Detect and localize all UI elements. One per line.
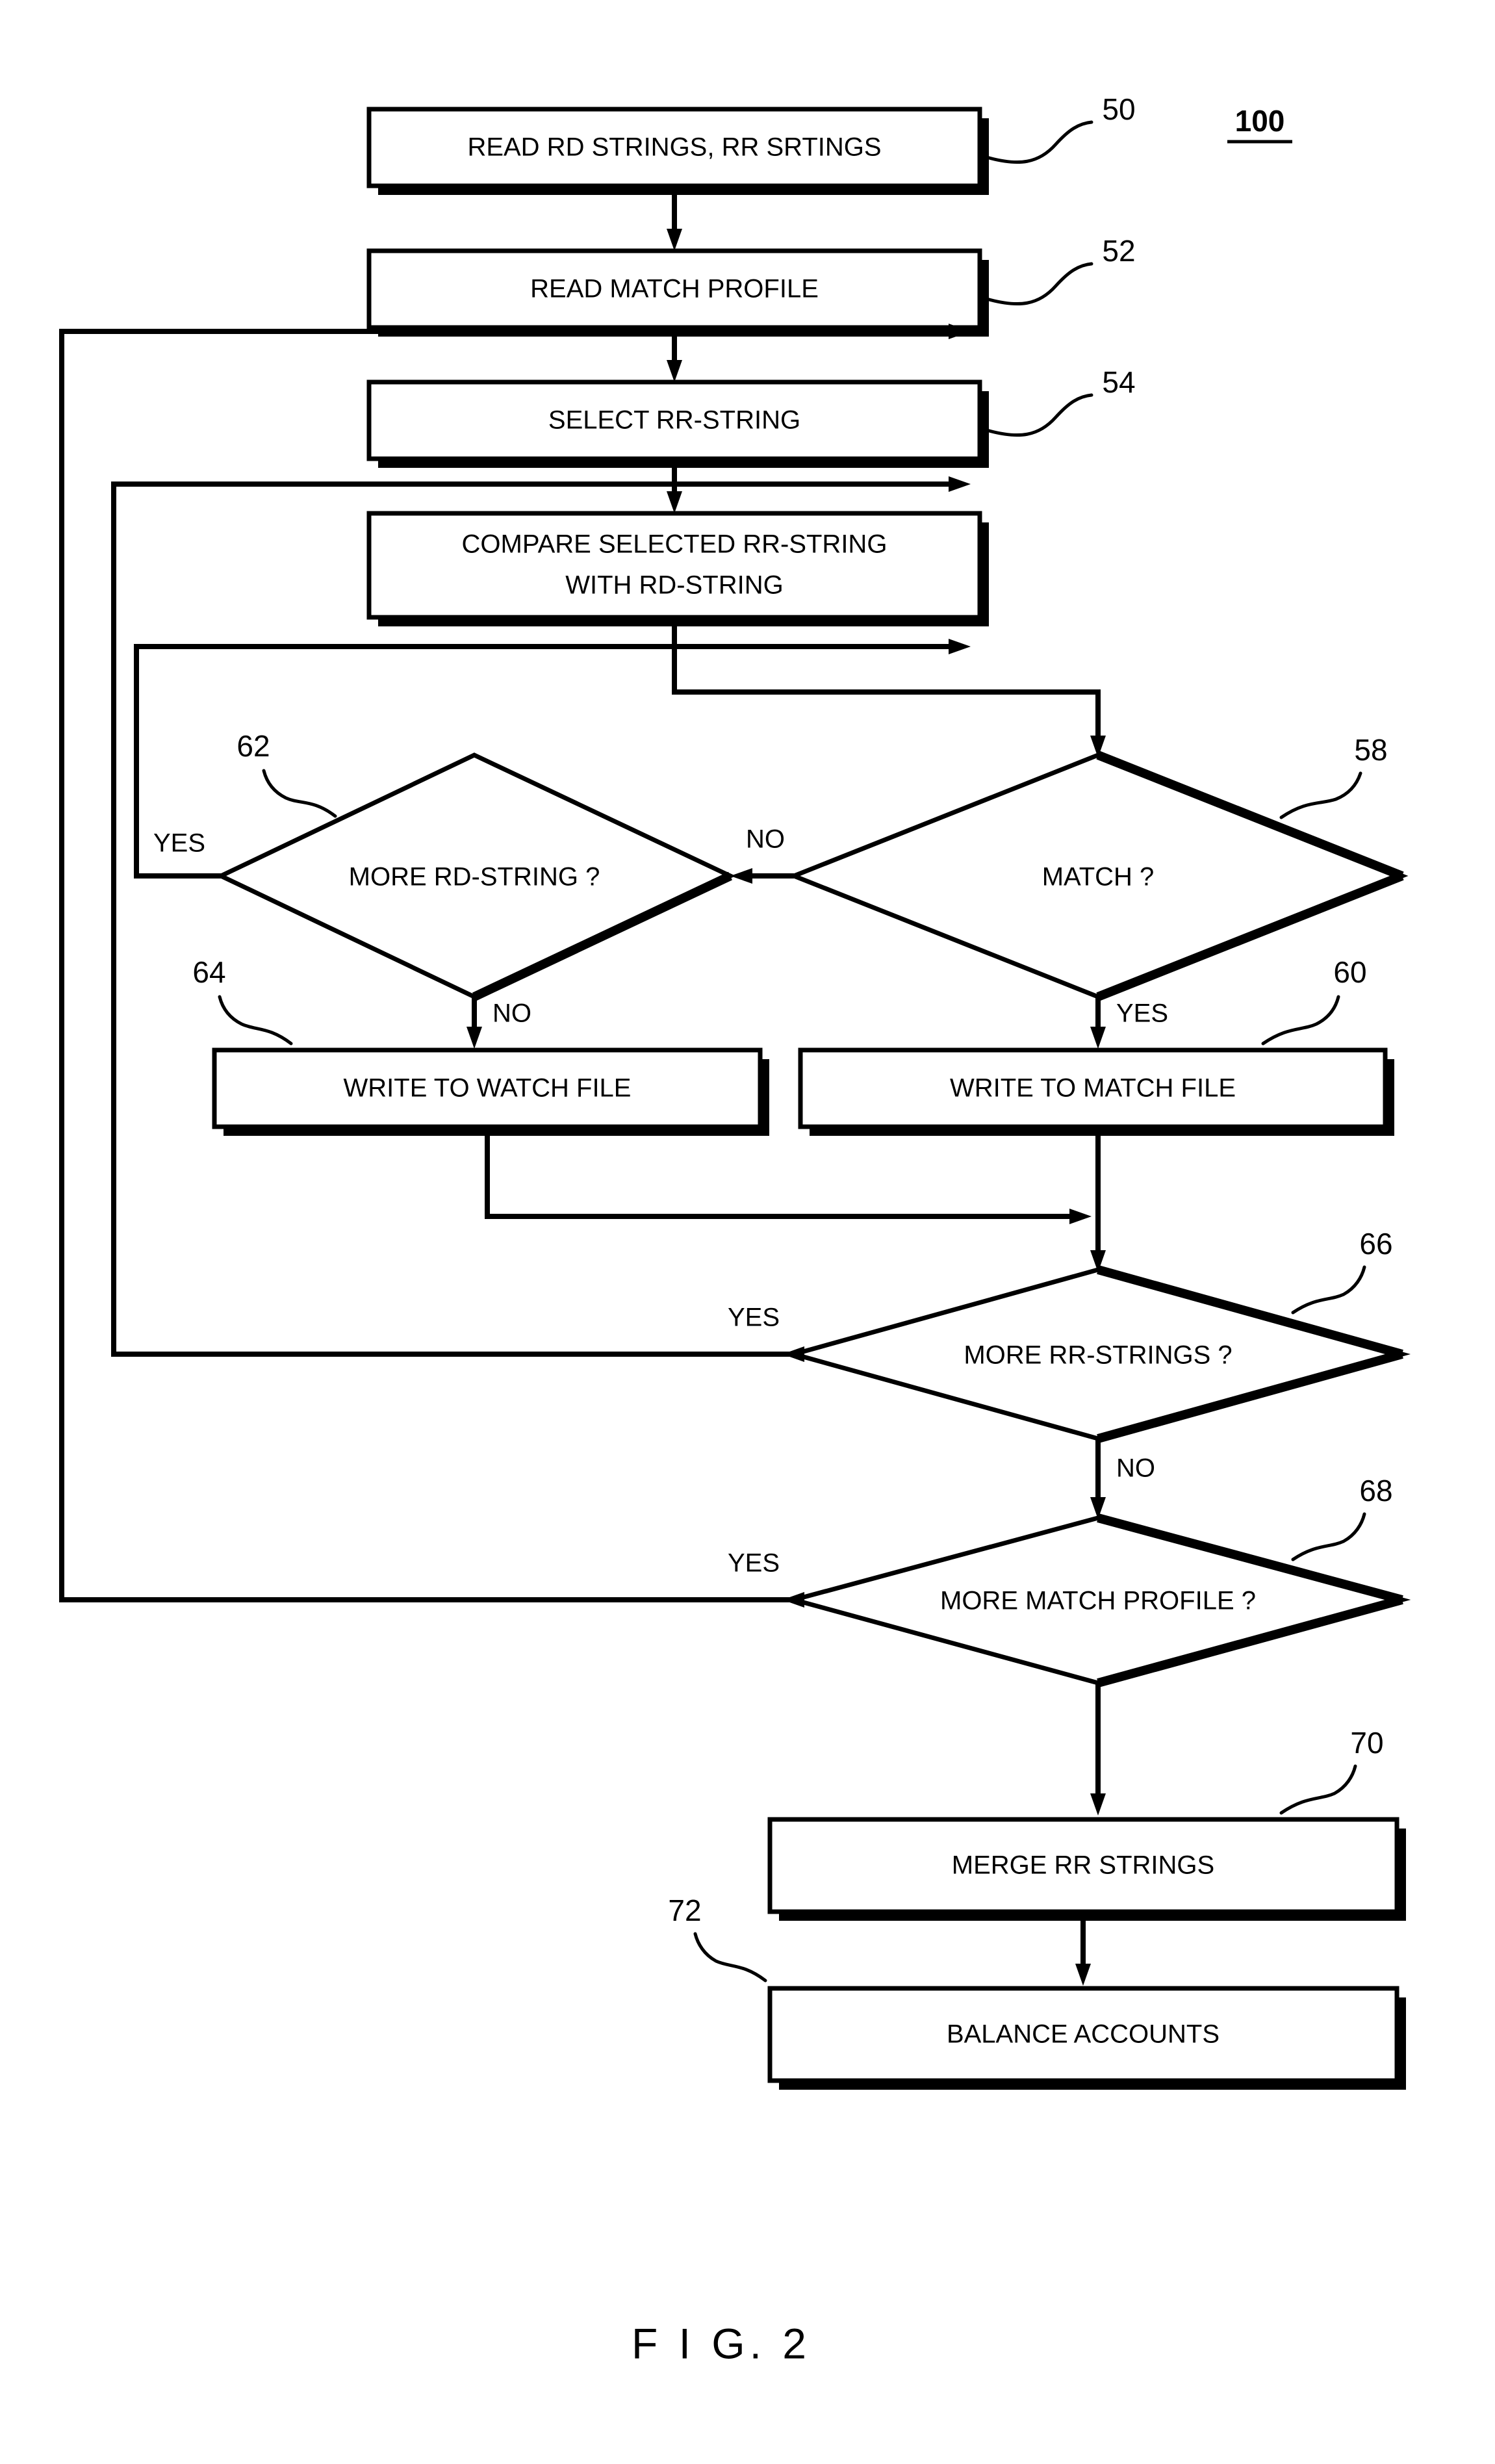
leader-line-72: [693, 1932, 767, 1983]
edge-label-more-rr-no: NO: [1116, 1454, 1155, 1483]
ref-number-72: 72: [668, 1893, 701, 1927]
box-70-label: MERGE RR STRINGS: [952, 1851, 1214, 1880]
connector-60-to-66: [1090, 1127, 1106, 1272]
process-box-50: READ RD STRINGS, RR SRTINGS: [366, 107, 989, 195]
ref-number-50: 50: [1102, 92, 1135, 126]
decision-diamond-66: MORE RR-STRINGS ?: [785, 1265, 1411, 1443]
connector-58-yes-to-60: YES: [1090, 997, 1168, 1049]
connector-62-no-to-64: NO: [466, 997, 531, 1049]
box-60-label: WRITE TO MATCH FILE: [950, 1074, 1236, 1103]
ref-number-54: 54: [1102, 365, 1135, 399]
ref-number-70: 70: [1350, 1726, 1383, 1760]
system-number-100-text: 100: [1235, 104, 1285, 138]
edge-label-more-profile-yes: YES: [728, 1549, 780, 1578]
diamond-58-label: MATCH ?: [1042, 863, 1155, 892]
connector-66-no-to-68: NO: [1090, 1439, 1155, 1519]
ref-number-64: 64: [192, 955, 225, 989]
diamond-62-label: MORE RD-STRING ?: [349, 863, 600, 892]
box-56-rect: [366, 511, 982, 620]
diamond-68-label: MORE MATCH PROFILE ?: [940, 1587, 1256, 1615]
edge-label-more-rr-yes: YES: [728, 1303, 780, 1332]
process-box-64: WRITE TO WATCH FILE: [212, 1047, 769, 1136]
diamond-66-label: MORE RR-STRINGS ?: [964, 1341, 1232, 1370]
process-box-52: READ MATCH PROFILE: [366, 248, 989, 337]
process-box-72: BALANCE ACCOUNTS: [767, 1986, 1406, 2090]
connector-64-to-merge: [485, 1127, 1092, 1224]
edge-label-more-rd-no: NO: [492, 999, 531, 1028]
leader-line-70: [1279, 1764, 1357, 1815]
figure-caption: F I G. 2: [632, 2319, 811, 2367]
flowchart-canvas: READ RD STRINGS, RR SRTINGS 50 100 READ …: [0, 0, 1495, 2464]
leader-line-66: [1291, 1265, 1366, 1315]
box-52-label: READ MATCH PROFILE: [530, 275, 819, 303]
box-64-label: WRITE TO WATCH FILE: [344, 1074, 632, 1103]
leader-line-62: [262, 769, 337, 818]
ref-number-66: 66: [1359, 1227, 1392, 1261]
connector-68-no-to-70: [1090, 1683, 1106, 1816]
edge-label-match-yes: YES: [1116, 999, 1168, 1028]
leader-line-54: [980, 393, 1093, 437]
box-72-label: BALANCE ACCOUNTS: [947, 2020, 1220, 2049]
connector-70-to-72: [1075, 1912, 1091, 1986]
leader-line-68: [1291, 1512, 1366, 1561]
ref-number-52: 52: [1102, 234, 1135, 268]
connector-56-to-58: [672, 617, 1106, 758]
process-box-60: WRITE TO MATCH FILE: [798, 1047, 1394, 1136]
process-box-56: COMPARE SELECTED RR-STRING WITH RD-STRIN…: [366, 511, 989, 626]
ref-number-68: 68: [1359, 1474, 1392, 1508]
connector-58-no-to-62: NO: [730, 825, 794, 884]
connector-50-to-52: [667, 186, 682, 251]
ref-number-60: 60: [1333, 955, 1366, 989]
edge-label-more-rd-yes: YES: [153, 829, 205, 858]
box-56-label-line2: WITH RD-STRING: [565, 571, 784, 600]
edge-label-match-no: NO: [746, 825, 785, 854]
leader-line-60: [1261, 995, 1340, 1046]
ref-number-62: 62: [236, 729, 270, 763]
process-box-70: MERGE RR STRINGS: [767, 1817, 1406, 1921]
decision-diamond-68: MORE MATCH PROFILE ?: [785, 1513, 1411, 1688]
leader-line-58: [1279, 771, 1362, 819]
leader-line-50: [980, 120, 1093, 164]
ref-number-58: 58: [1354, 733, 1387, 767]
patent-figure-2: READ RD STRINGS, RR SRTINGS 50 100 READ …: [0, 0, 1495, 2464]
leader-line-64: [218, 995, 293, 1046]
decision-diamond-58: MATCH ?: [787, 751, 1409, 1001]
process-box-54: SELECT RR-STRING: [366, 379, 989, 468]
system-number-100: 100: [1227, 104, 1292, 144]
decision-diamond-62: MORE RD-STRING ?: [215, 752, 736, 1001]
box-50-label: READ RD STRINGS, RR SRTINGS: [467, 133, 881, 162]
leader-line-52: [980, 262, 1093, 306]
box-56-label-line1: COMPARE SELECTED RR-STRING: [462, 530, 888, 559]
box-54-label: SELECT RR-STRING: [548, 406, 800, 435]
